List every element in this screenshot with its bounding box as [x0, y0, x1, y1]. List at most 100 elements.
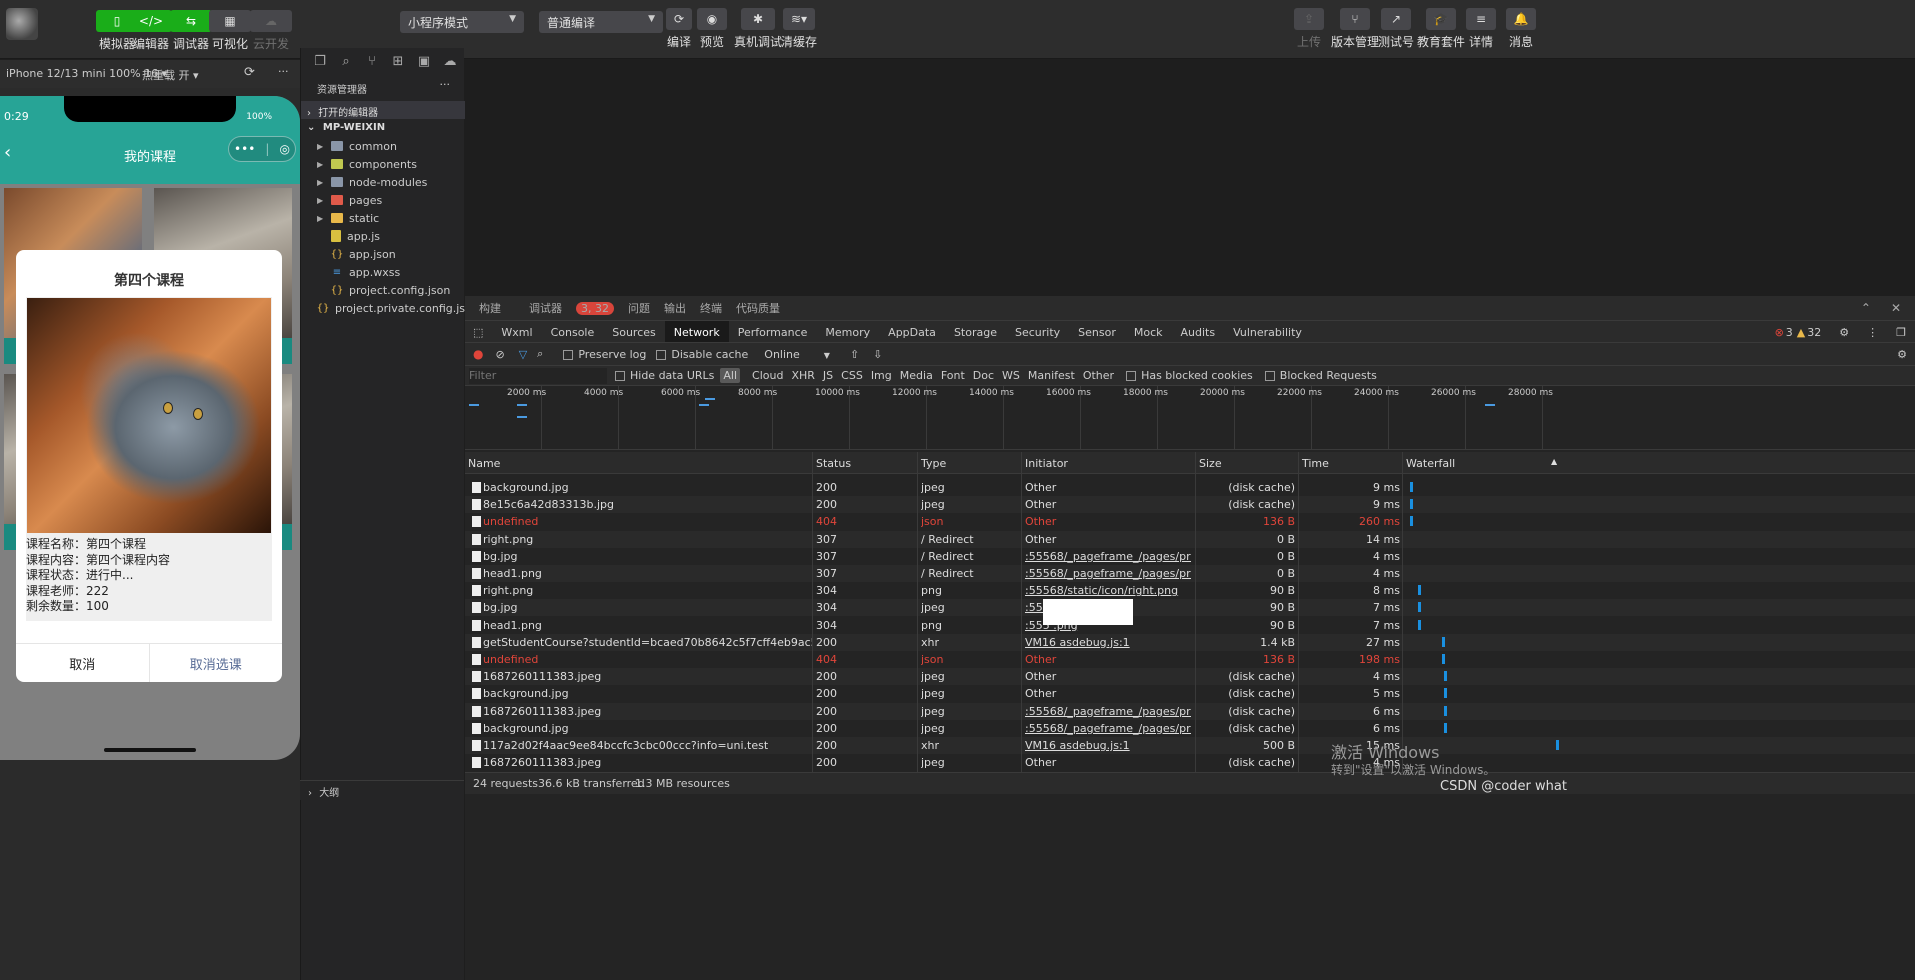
tab-network[interactable]: Network: [664, 321, 729, 342]
cloud-sync-icon[interactable]: ☁: [437, 54, 463, 69]
close-icon[interactable]: ✕: [1891, 301, 1901, 315]
preview-button[interactable]: ◉ 预览: [697, 8, 727, 50]
tab-memory[interactable]: Memory: [816, 321, 879, 342]
tree-item-project-private-config[interactable]: {} project.private.config.js...: [301, 299, 465, 317]
cell-initiator[interactable]: Other: [1025, 687, 1191, 700]
table-row[interactable]: bg.jpg 304 jpeg:5556 90 B7 ms: [465, 599, 1915, 617]
tree-item-app-js[interactable]: app.js: [301, 227, 465, 245]
tree-item-components[interactable]: ▶ components: [301, 155, 465, 173]
type-filter-xhr[interactable]: XHR: [791, 369, 814, 382]
column-divider[interactable]: [1298, 452, 1299, 772]
cell-initiator[interactable]: :55568/_pageframe_/pages/profile...: [1025, 567, 1191, 580]
tab-storage[interactable]: Storage: [945, 321, 1006, 342]
table-row[interactable]: background.jpg 200 jpeg Other (disk cache) 9 …: [465, 479, 1915, 496]
dock-icon[interactable]: ❐: [1887, 321, 1915, 342]
kebab-menu-icon[interactable]: ⋮: [1858, 321, 1887, 342]
error-count[interactable]: 3: [1786, 321, 1795, 342]
cell-initiator[interactable]: Other: [1025, 515, 1191, 528]
more-dots-icon[interactable]: •••: [234, 142, 255, 156]
tab-build[interactable]: 构建: [479, 300, 501, 316]
tree-item-app-json[interactable]: {} app.json: [301, 245, 465, 263]
debugger-button[interactable]: ⇆ 调试器: [170, 10, 212, 52]
tab-debugger[interactable]: 调试器 3, 32: [515, 300, 614, 316]
hot-reload-select[interactable]: 热重载 开 ▾: [142, 67, 199, 83]
cloud-dev-button[interactable]: ☁ 云开发: [250, 10, 292, 52]
project-section[interactable]: ⌄ MP-WEIXIN: [301, 119, 465, 137]
debug-panel-icon[interactable]: ▣: [411, 54, 437, 69]
files-icon[interactable]: ❐: [307, 54, 333, 69]
table-row[interactable]: 1687260111383.jpeg 200 jpeg:55568/_pagefra…: [465, 702, 1915, 720]
type-filter-img[interactable]: Img: [871, 369, 892, 382]
throttle-select[interactable]: Online ▼: [764, 348, 830, 361]
tree-item-project-config[interactable]: {} project.config.json: [301, 281, 465, 299]
extensions-icon[interactable]: ⊞: [385, 54, 411, 69]
tab-console[interactable]: Console: [542, 321, 604, 342]
type-filter-all[interactable]: All: [720, 368, 741, 383]
column-divider[interactable]: [1195, 452, 1196, 772]
sort-up-icon[interactable]: ▲: [1551, 457, 1557, 466]
table-row[interactable]: head1.png 304 png:555 .png 90 B7 ms: [465, 617, 1915, 634]
table-row[interactable]: 117a2d02f4aac9ee84bccfc3cbc00ccc?info=un…: [465, 737, 1915, 754]
warning-count[interactable]: 32: [1807, 321, 1830, 342]
filter-input[interactable]: [469, 367, 607, 384]
export-har-icon[interactable]: ⇩: [873, 348, 882, 361]
type-filter-other[interactable]: Other: [1083, 369, 1114, 382]
column-divider[interactable]: [917, 452, 918, 772]
tab-vulnerability[interactable]: Vulnerability: [1224, 321, 1311, 342]
table-row[interactable]: bg.jpg 307 / Redirect:55568/_pageframe_/pa…: [465, 548, 1915, 565]
unenroll-button[interactable]: 取消选课: [150, 644, 283, 682]
tab-mock[interactable]: Mock: [1125, 321, 1172, 342]
column-divider[interactable]: [1402, 452, 1403, 772]
upload-button[interactable]: ⇪ 上传: [1294, 8, 1324, 50]
column-type[interactable]: Type: [921, 457, 946, 470]
column-time[interactable]: Time: [1302, 457, 1329, 470]
open-editors-section[interactable]: › 打开的编辑器: [301, 101, 465, 119]
tab-output[interactable]: 输出: [664, 300, 686, 316]
cell-initiator[interactable]: Other: [1025, 498, 1191, 511]
cell-initiator[interactable]: :55568/_pageframe_/pages/profile...: [1025, 550, 1191, 563]
capsule-menu[interactable]: ••• | ◎: [228, 136, 296, 162]
compile-select[interactable]: 普通编译 ▼: [539, 11, 663, 33]
cell-initiator[interactable]: :55568/_pageframe_/pages/profile...: [1025, 722, 1191, 735]
tab-appdata[interactable]: AppData: [879, 321, 945, 342]
editor-button[interactable]: </> 编辑器: [130, 10, 172, 52]
cell-initiator[interactable]: Other: [1025, 756, 1191, 769]
table-row[interactable]: right.png 304 png:55568/static/icon/right.…: [465, 582, 1915, 599]
table-row[interactable]: undefined 404 json Other 136 B 198 ms: [465, 651, 1915, 668]
tab-sources[interactable]: Sources: [603, 321, 665, 342]
column-initiator[interactable]: Initiator: [1025, 457, 1068, 470]
table-row[interactable]: 1687260111383.jpeg 200 jpeg Other (disk cach…: [465, 668, 1915, 686]
search-icon[interactable]: ⌕: [537, 347, 543, 361]
tree-item-pages[interactable]: ▶ pages: [301, 191, 465, 209]
column-name[interactable]: Name: [468, 457, 500, 470]
preserve-log-checkbox[interactable]: Preserve log: [563, 348, 646, 361]
messages-button[interactable]: 🔔 消息: [1506, 8, 1536, 50]
cancel-button[interactable]: 取消: [16, 644, 150, 682]
cell-initiator[interactable]: VM16 asdebug.js:1: [1025, 636, 1191, 649]
filter-icon[interactable]: ▽: [519, 348, 527, 361]
tab-sensor[interactable]: Sensor: [1069, 321, 1125, 342]
tab-security[interactable]: Security: [1006, 321, 1069, 342]
table-row[interactable]: right.png 307 / Redirect Other 0 B 14 ms: [465, 530, 1915, 548]
clear-icon[interactable]: ⊘: [495, 348, 504, 361]
gear-icon[interactable]: ⚙: [1830, 321, 1858, 342]
import-har-icon[interactable]: ⇧: [850, 348, 859, 361]
cell-initiator[interactable]: Other: [1025, 533, 1191, 546]
tree-item-static[interactable]: ▶ static: [301, 209, 465, 227]
hide-data-urls-checkbox[interactable]: Hide data URLs: [615, 369, 714, 382]
tab-terminal[interactable]: 终端: [700, 300, 722, 316]
git-icon[interactable]: ⑂: [359, 54, 385, 69]
column-status[interactable]: Status: [816, 457, 851, 470]
table-row[interactable]: background.jpg 200 jpeg:55568/_pageframe_/…: [465, 720, 1915, 737]
tree-item-app-wxss[interactable]: ≡ app.wxss: [301, 263, 465, 281]
cell-initiator[interactable]: Other: [1025, 670, 1191, 683]
blocked-requests-checkbox[interactable]: Blocked Requests: [1264, 369, 1377, 382]
close-circle-icon[interactable]: ◎: [279, 142, 289, 156]
cell-initiator[interactable]: :55568/static/icon/right.png: [1025, 584, 1191, 597]
type-filter-doc[interactable]: Doc: [973, 369, 994, 382]
type-filter-cloud[interactable]: Cloud: [752, 369, 783, 382]
column-waterfall[interactable]: Waterfall: [1406, 457, 1455, 470]
type-filter-font[interactable]: Font: [941, 369, 965, 382]
cell-initiator[interactable]: Other: [1025, 481, 1191, 494]
cell-initiator[interactable]: :55568/_pageframe_/pages/profile...: [1025, 705, 1191, 718]
